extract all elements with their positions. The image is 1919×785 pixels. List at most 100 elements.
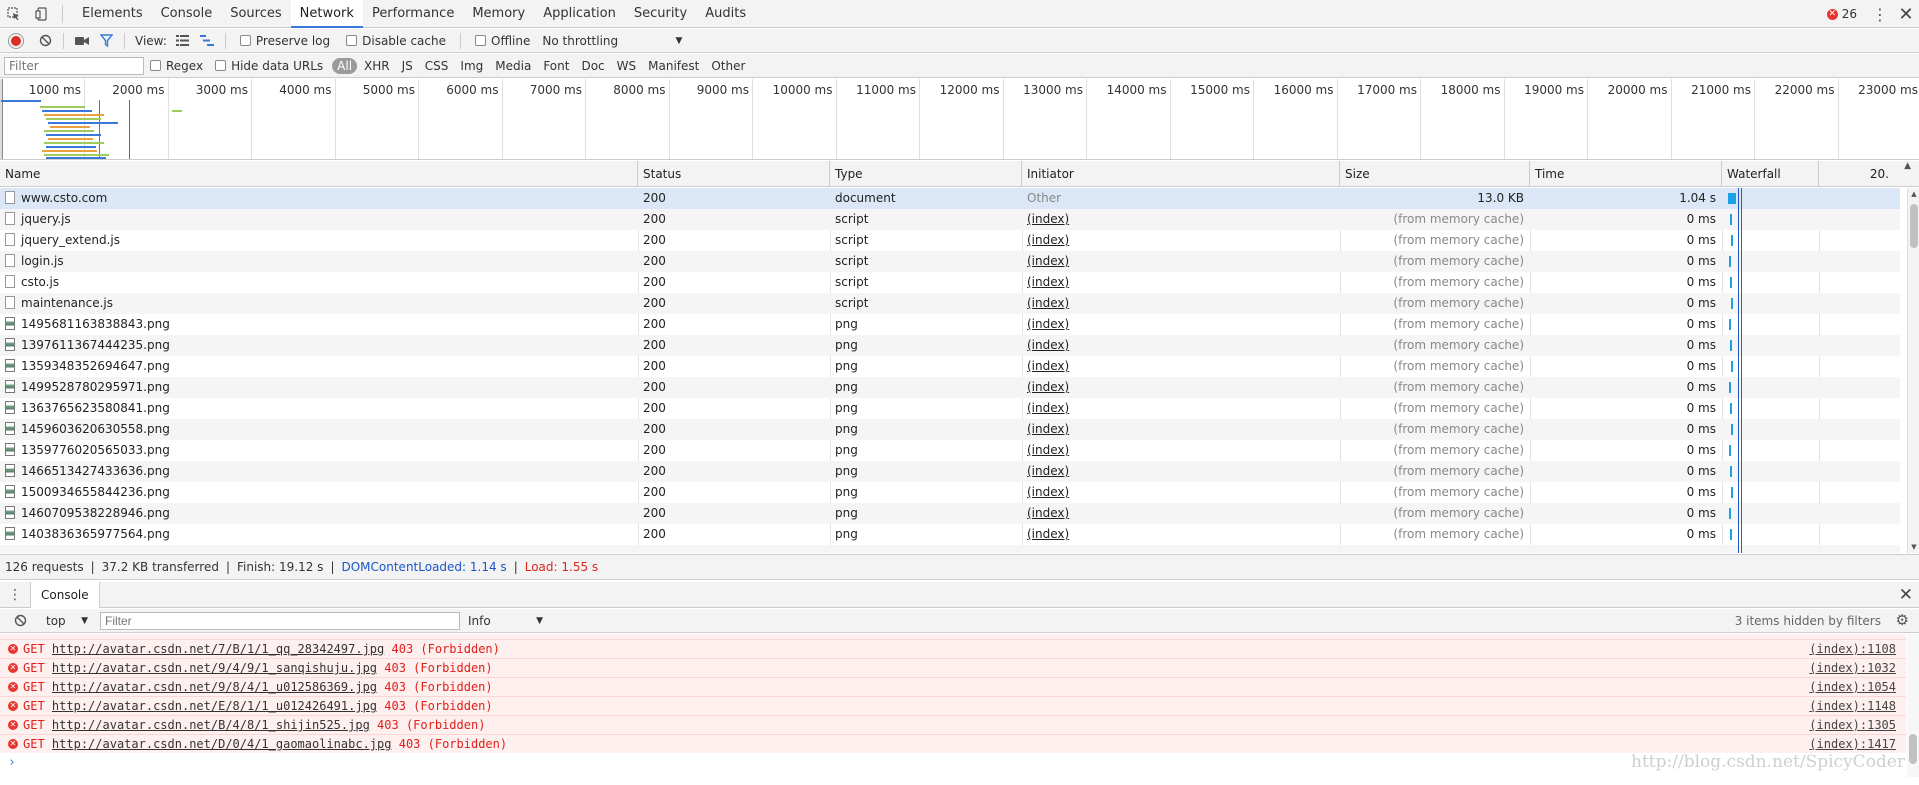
clear-icon[interactable] xyxy=(33,30,57,52)
hide-data-urls-checkbox[interactable]: Hide data URLs xyxy=(215,59,323,73)
table-scrollbar[interactable]: ▲ ▼ xyxy=(1907,188,1919,553)
console-scrollbar[interactable] xyxy=(1907,634,1919,777)
cell-initiator[interactable]: (index) xyxy=(1022,440,1340,461)
type-filter-font[interactable]: Font xyxy=(538,58,574,74)
table-row[interactable]: 1499528780295971.png 200 png (index) (from m… xyxy=(0,377,1900,398)
request-url-link[interactable]: http://avatar.csdn.net/E/8/1/1_u01242649… xyxy=(52,699,377,713)
tab-memory[interactable]: Memory xyxy=(463,0,534,28)
table-row[interactable]: 1359348352694647.png 200 png (index) (from m… xyxy=(0,356,1900,377)
type-filter-css[interactable]: CSS xyxy=(420,58,454,74)
tab-network[interactable]: Network xyxy=(290,0,363,28)
source-location-link[interactable]: (index):1108 xyxy=(1809,640,1896,658)
cell-initiator[interactable]: (index) xyxy=(1022,503,1340,524)
table-row[interactable]: 1403836365977564.png 200 png (index) (from m… xyxy=(0,524,1900,545)
cell-initiator[interactable]: (index) xyxy=(1022,461,1340,482)
cell-initiator[interactable]: (index) xyxy=(1022,482,1340,503)
request-url-link[interactable]: http://avatar.csdn.net/7/B/1/1_qq_283424… xyxy=(52,642,384,656)
table-row[interactable]: 1363765623580841.png 200 png (index) (from m… xyxy=(0,398,1900,419)
disable-cache-checkbox[interactable]: Disable cache xyxy=(346,34,446,48)
preserve-log-checkbox[interactable]: Preserve log xyxy=(239,34,330,48)
request-url-link[interactable]: http://avatar.csdn.net/B/4/8/1_shijin525… xyxy=(52,718,370,732)
filter-input[interactable] xyxy=(4,56,144,75)
type-filter-doc[interactable]: Doc xyxy=(576,58,609,74)
drawer-menu-icon[interactable]: ⋮ xyxy=(0,587,30,603)
type-filter-media[interactable]: Media xyxy=(490,58,536,74)
scrollbar-thumb[interactable] xyxy=(1909,734,1917,764)
column-header-initiator[interactable]: Initiator xyxy=(1022,161,1340,187)
request-url-link[interactable]: http://avatar.csdn.net/9/8/4/1_u01258636… xyxy=(52,680,377,694)
network-overview[interactable]: 1000 ms 2000 ms 3000 ms 4000 ms 5000 ms 6000 … xyxy=(0,79,1919,160)
table-row[interactable]: 1359776020565033.png 200 png (index) (from m… xyxy=(0,440,1900,461)
type-filter-ws[interactable]: WS xyxy=(612,58,641,74)
type-filter-xhr[interactable]: XHR xyxy=(359,58,395,74)
cell-initiator[interactable]: (index) xyxy=(1022,209,1340,230)
type-filter-img[interactable]: Img xyxy=(455,58,488,74)
type-filter-js[interactable]: JS xyxy=(397,58,418,74)
tab-security[interactable]: Security xyxy=(625,0,696,28)
scrollbar-thumb[interactable] xyxy=(1910,204,1918,248)
tab-console[interactable]: Console xyxy=(152,0,222,28)
inspect-element-icon[interactable] xyxy=(0,0,28,28)
table-row[interactable]: 1495681163838843.png 200 png (index) (from m… xyxy=(0,314,1900,335)
table-row[interactable]: jquery_extend.js 200 script (index) (from me… xyxy=(0,230,1900,251)
console-prompt-icon[interactable]: › xyxy=(8,755,16,770)
cell-initiator[interactable]: (index) xyxy=(1022,356,1340,377)
log-level-select[interactable]: Info ▼ xyxy=(468,614,543,628)
column-header-status[interactable]: Status xyxy=(638,161,830,187)
large-rows-icon[interactable] xyxy=(171,30,195,52)
source-location-link[interactable]: (index):1032 xyxy=(1809,659,1896,677)
cell-initiator[interactable]: (index) xyxy=(1022,251,1340,272)
source-location-link[interactable]: (index):1148 xyxy=(1809,697,1896,715)
close-devtools-icon[interactable]: ✕ xyxy=(1893,4,1919,25)
tab-elements[interactable]: Elements xyxy=(73,0,152,28)
scroll-down-icon[interactable]: ▼ xyxy=(1908,543,1919,551)
tab-console-drawer[interactable]: Console xyxy=(30,581,100,608)
source-location-link[interactable]: (index):1417 xyxy=(1809,735,1896,753)
table-row[interactable]: 1397611367444235.png 200 png (index) (from m… xyxy=(0,335,1900,356)
table-row[interactable]: jquery.js 200 script (index) (from memory ca… xyxy=(0,209,1900,230)
tab-audits[interactable]: Audits xyxy=(696,0,755,28)
table-row[interactable]: 1459603620630558.png 200 png (index) (from m… xyxy=(0,419,1900,440)
type-filter-all[interactable]: All xyxy=(332,57,358,74)
cell-initiator[interactable]: (index) xyxy=(1022,398,1340,419)
table-row[interactable]: csto.js 200 script (index) (from memory cach… xyxy=(0,272,1900,293)
column-header-type[interactable]: Type xyxy=(830,161,1022,187)
filter-icon[interactable] xyxy=(94,30,118,52)
device-toolbar-icon[interactable] xyxy=(28,0,56,28)
source-location-link[interactable]: (index):1054 xyxy=(1809,678,1896,696)
column-header-size[interactable]: Size xyxy=(1340,161,1530,187)
throttling-select[interactable]: No throttling ▼ xyxy=(542,34,682,48)
request-url-link[interactable]: http://avatar.csdn.net/9/4/9/1_sanqishuj… xyxy=(52,661,377,675)
source-location-link[interactable]: (index):1305 xyxy=(1809,716,1896,734)
error-count-badge[interactable]: ✕ 26 xyxy=(1826,7,1867,21)
request-url-link[interactable]: http://avatar.csdn.net/D/0/4/1_gaomaolin… xyxy=(52,737,392,751)
customize-menu-icon[interactable]: ⋮ xyxy=(1867,5,1893,24)
cell-initiator[interactable]: (index) xyxy=(1022,524,1340,545)
cell-initiator[interactable]: (index) xyxy=(1022,314,1340,335)
close-drawer-icon[interactable]: ✕ xyxy=(1899,585,1913,605)
table-row[interactable]: www.csto.com 200 document Other 13.0 KB 1.04 … xyxy=(0,188,1900,209)
column-header-time[interactable]: Time xyxy=(1530,161,1722,187)
offline-checkbox[interactable]: Offline xyxy=(475,34,530,48)
column-header-name[interactable]: Name xyxy=(0,161,638,187)
type-filter-other[interactable]: Other xyxy=(706,58,750,74)
table-row[interactable]: 1500934655844236.png 200 png (index) (from m… xyxy=(0,482,1900,503)
tab-application[interactable]: Application xyxy=(534,0,625,28)
type-filter-manifest[interactable]: Manifest xyxy=(643,58,704,74)
console-filter-input[interactable] xyxy=(100,611,460,630)
cell-initiator[interactable]: (index) xyxy=(1022,230,1340,251)
cell-initiator[interactable]: (index) xyxy=(1022,377,1340,398)
cell-initiator[interactable]: (index) xyxy=(1022,293,1340,314)
tab-sources[interactable]: Sources xyxy=(221,0,290,28)
gear-icon[interactable]: ⚙ xyxy=(1896,611,1909,629)
cell-initiator[interactable]: (index) xyxy=(1022,335,1340,356)
tab-performance[interactable]: Performance xyxy=(363,0,463,28)
overview-waterfall-icon[interactable] xyxy=(195,30,219,52)
cell-initiator[interactable]: (index) xyxy=(1022,272,1340,293)
capture-screenshots-icon[interactable] xyxy=(70,30,94,52)
context-select[interactable]: top ▼ xyxy=(46,614,88,628)
cell-initiator[interactable]: (index) xyxy=(1022,419,1340,440)
sort-ascending-icon[interactable]: ▲ xyxy=(1904,161,1911,171)
clear-console-icon[interactable] xyxy=(8,610,32,632)
table-row[interactable]: 1466513427433636.png 200 png (index) (from m… xyxy=(0,461,1900,482)
